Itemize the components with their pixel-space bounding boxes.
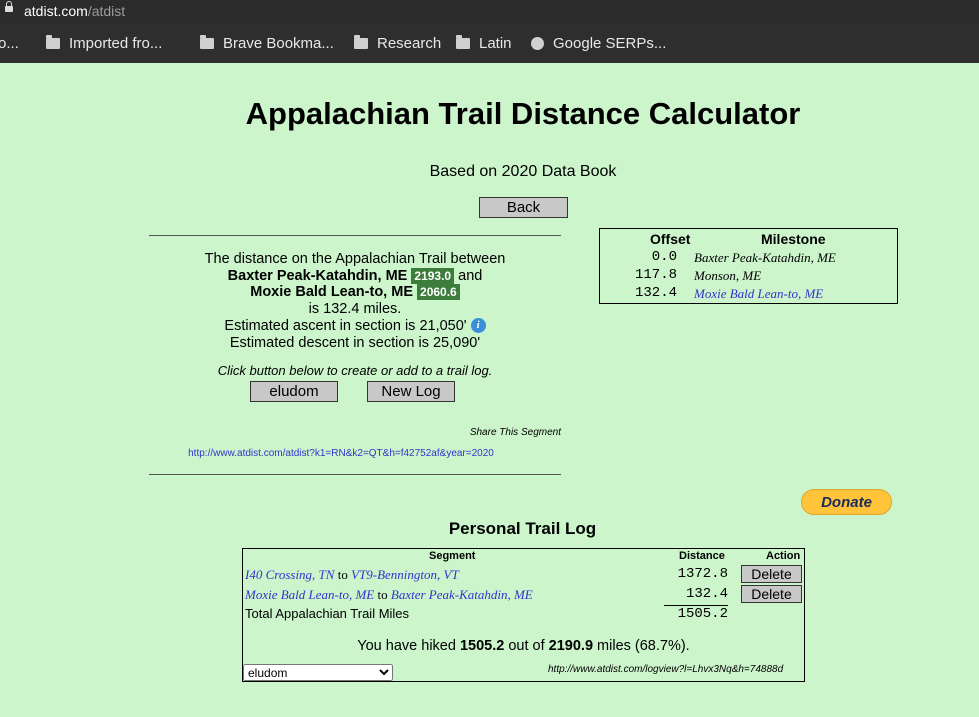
- segment-from-link[interactable]: Moxie Bald Lean-to, ME: [245, 587, 374, 602]
- hiked-summary: You have hiked 1505.2 out of 2190.9 mile…: [243, 638, 804, 654]
- url-domain: atdist.com: [24, 3, 88, 19]
- address-bar[interactable]: atdist.com/atdist: [0, 0, 979, 24]
- and-word: and: [458, 267, 483, 284]
- log-segment-row: I40 Crossing, TN to VT9-Bennington, VT: [245, 567, 459, 583]
- url-path: /atdist: [87, 3, 126, 19]
- segment-to-link[interactable]: Baxter Peak-Katahdin, ME: [391, 587, 533, 602]
- page-title: Appalachian Trail Distance Calculator: [245, 96, 801, 131]
- end-mile-badge: 2060.6: [417, 284, 460, 300]
- back-button[interactable]: Back: [479, 197, 568, 218]
- add-to-log-button[interactable]: eludom: [250, 381, 338, 402]
- milestone-offset: 117.8: [634, 267, 677, 283]
- distance-text: is 132.4 miles.: [308, 300, 402, 317]
- bookmark-label: Google SERPs...: [553, 35, 667, 52]
- folder-icon: [200, 35, 214, 49]
- to-word: to: [337, 567, 348, 582]
- trail-log-title: Personal Trail Log: [448, 519, 597, 538]
- start-mile-badge: 2193.0: [411, 267, 455, 284]
- folder-icon: [46, 35, 60, 49]
- delete-button[interactable]: Delete: [741, 565, 802, 583]
- summary-mid: out of: [508, 638, 545, 654]
- bookmark-label: Brave Bookma...: [223, 35, 334, 52]
- descent-text: Estimated descent in section is 25,090': [229, 335, 481, 351]
- trail-total-miles: 2190.9: [548, 638, 594, 654]
- folder-icon: [456, 35, 470, 49]
- bookmark-item-brave[interactable]: Brave Bookma...: [200, 35, 334, 52]
- result-start-line: Baxter Peak-Katahdin, ME 2193.0 and: [149, 267, 561, 285]
- end-location: Moxie Bald Lean-to, ME: [250, 284, 413, 300]
- bookmark-label: Imported fro...: [69, 35, 163, 52]
- bookmark-label: o...: [0, 35, 19, 52]
- to-word: to: [377, 587, 388, 602]
- total-label: Total Appalachian Trail Miles: [245, 606, 410, 621]
- result-intro: The distance on the Appalachian Trail be…: [204, 251, 506, 267]
- segment-to-link[interactable]: VT9-Bennington, VT: [351, 567, 459, 582]
- bookmark-item-latin[interactable]: Latin: [456, 35, 512, 52]
- share-link[interactable]: http://www.atdist.com/atdist?k1=RN&k2=QT…: [149, 448, 533, 459]
- url-text[interactable]: atdist.com/atdist: [24, 3, 125, 19]
- milestone-header: Milestone: [761, 231, 826, 247]
- divider-top: [149, 235, 561, 236]
- milestone-table: Offset Milestone 0.0 Baxter Peak-Katahdi…: [599, 228, 898, 304]
- bookmarks-bar: o... Imported fro... Brave Bookma... Res…: [0, 24, 979, 63]
- new-log-button[interactable]: New Log: [367, 381, 455, 402]
- log-select[interactable]: eludom: [243, 664, 393, 681]
- ascent-text: Estimated ascent in section is 21,050': [224, 318, 467, 334]
- data-book-subtitle: Based on 2020 Data Book: [429, 163, 617, 180]
- bookmark-item-google-serps[interactable]: Google SERPs...: [531, 35, 666, 52]
- segment-header: Segment: [429, 550, 476, 562]
- total-miles: 1505.2: [677, 606, 728, 622]
- milestone-name: Baxter Peak-Katahdin, ME: [694, 250, 836, 265]
- trail-log-table: Segment Distance Action I40 Crossing, TN…: [242, 548, 805, 682]
- bookmark-item-imported[interactable]: Imported fro...: [46, 35, 162, 52]
- bookmark-item-0[interactable]: o...: [0, 35, 19, 52]
- start-location: Baxter Peak-Katahdin, ME: [227, 267, 408, 284]
- summary-pre: You have hiked: [357, 638, 456, 654]
- bookmark-label: Research: [377, 35, 442, 52]
- log-select-wrap: eludom: [243, 664, 393, 682]
- logview-link[interactable]: http://www.atdist.com/logview?l=Lhvx3Nq&…: [548, 664, 783, 675]
- info-icon[interactable]: i: [470, 318, 486, 333]
- globe-icon: [531, 37, 544, 50]
- segment-from-link[interactable]: I40 Crossing, TN: [245, 567, 334, 582]
- log-distance: 1372.8: [677, 566, 728, 582]
- folder-icon: [354, 35, 368, 49]
- log-distance: 132.4: [685, 586, 728, 602]
- action-header: Action: [766, 550, 801, 562]
- bookmark-item-research[interactable]: Research: [354, 35, 441, 52]
- divider-bottom: [149, 474, 561, 475]
- lock-icon: [5, 1, 13, 12]
- hiked-miles: 1505.2: [459, 638, 505, 654]
- distance-header: Distance: [679, 550, 725, 562]
- summary-post: miles (68.7%).: [597, 638, 690, 654]
- milestone-link[interactable]: Moxie Bald Lean-to, ME: [694, 286, 823, 302]
- log-prompt: Click button below to create or add to a…: [217, 363, 493, 378]
- bookmark-label: Latin: [479, 35, 512, 52]
- log-segment-row: Moxie Bald Lean-to, ME to Baxter Peak-Ka…: [245, 587, 533, 603]
- result-end-line: Moxie Bald Lean-to, ME 2060.6: [149, 284, 561, 301]
- share-label: Share This Segment: [469, 427, 561, 438]
- milestone-offset: 132.4: [634, 285, 677, 301]
- ascent-line: Estimated ascent in section is 21,050' i: [149, 318, 561, 335]
- distance-result: The distance on the Appalachian Trail be…: [149, 251, 561, 352]
- milestone-offset: 0.0: [651, 249, 677, 265]
- milestone-name: Monson, ME: [694, 268, 762, 283]
- offset-header: Offset: [650, 231, 691, 247]
- donate-button[interactable]: Donate: [801, 489, 892, 515]
- delete-button[interactable]: Delete: [741, 585, 802, 603]
